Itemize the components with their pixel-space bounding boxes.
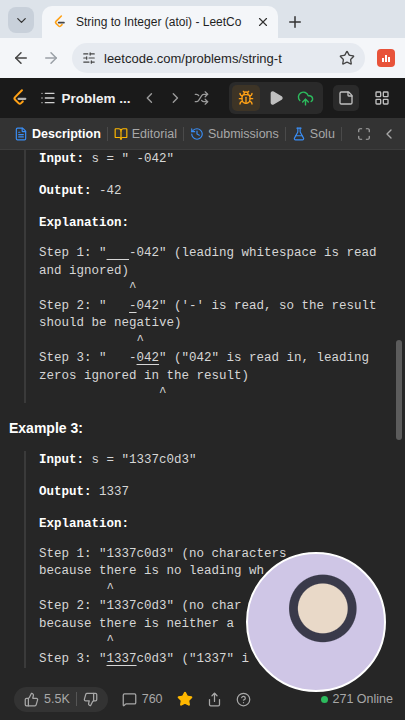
leetcode-logo-icon[interactable] [10,87,30,109]
comments-button[interactable]: 760 [122,692,163,707]
bookmark-star-icon[interactable] [339,50,355,66]
example-input: Input:s = "1337c0d3" [39,451,387,469]
tab-icon[interactable] [14,127,28,141]
site-info-icon[interactable] [82,51,96,65]
panel-tab[interactable]: Description [8,127,108,141]
tab-list-button[interactable] [8,7,34,33]
share-icon[interactable] [207,692,222,707]
online-count: 271 Online [321,692,393,706]
url-text[interactable]: leetcode.com/problems/string-t [104,51,331,66]
layout-button[interactable] [369,85,395,111]
collapse-icon[interactable] [381,126,397,142]
panel-tab[interactable]: Editorial [108,127,184,141]
explanation-step: Step 2:" -042" ('-' is read, so the resu… [39,298,387,351]
webcam-overlay [246,552,386,692]
like-button[interactable]: 5.5K [24,692,70,707]
expand-icon[interactable] [357,127,371,141]
explanation-step: Step 3:" -042" ("042" is read in, leadin… [39,350,387,403]
tab-icon[interactable] [292,127,306,141]
close-icon[interactable] [256,15,270,29]
vote-pill: 5.5K [14,687,108,712]
tab-icon[interactable] [114,127,128,141]
caret: ^ [39,333,387,351]
run-button[interactable] [262,85,290,111]
grid-icon[interactable] [374,90,390,106]
tab-strip: String to Integer (atoi) - LeetCo [0,0,405,38]
next-problem-icon[interactable] [167,89,184,107]
play-icon[interactable] [268,90,284,106]
scrollbar-thumb[interactable] [396,340,402,440]
example-explanation: Explanation: [39,214,387,232]
extension-icon[interactable] [377,49,395,67]
panel-tab[interactable]: Submissions [184,127,286,141]
favorite-star-icon[interactable] [177,691,193,707]
tab-icon[interactable] [190,127,204,141]
address-bar: leetcode.com/problems/string-t [0,38,405,78]
example-input: Input:s = " -042" [39,150,387,168]
problem-list-title[interactable]: Problem ... [61,91,130,106]
browser-window: String to Integer (atoi) - LeetCo leetcod… [0,0,405,720]
example-block: Input:s = " -042" Output:-42 Explanation: S… [24,150,387,403]
debug-button[interactable] [232,85,260,111]
example-output: Output:1337 [39,483,387,501]
caret: ^ [39,280,387,298]
browser-tab[interactable]: String to Integer (atoi) - LeetCo [42,6,278,38]
comment-icon[interactable] [122,692,137,707]
new-tab-button[interactable] [286,6,304,38]
upload-icon[interactable] [297,90,314,107]
run-group [229,82,323,114]
note-icon[interactable] [338,90,354,106]
url-field[interactable]: leetcode.com/problems/string-t [72,43,365,73]
bug-icon[interactable] [238,90,254,106]
example-explanation: Explanation: [39,515,387,533]
caret: ^ [39,385,387,403]
leetcode-favicon-icon[interactable] [52,14,68,30]
tab-title[interactable]: String to Integer (atoi) - LeetCo [76,15,248,29]
thumbs-down-icon[interactable] [83,692,98,707]
thumbs-up-icon[interactable] [24,692,39,707]
example-output: Output:-42 [39,182,387,200]
previous-problem-icon[interactable] [141,89,158,107]
example-heading: Example 3: [9,419,387,437]
forward-arrow-icon[interactable] [42,49,60,67]
back-arrow-icon[interactable] [12,49,30,67]
notes-button[interactable] [333,85,359,111]
submit-button[interactable] [292,85,320,111]
panel-tab[interactable]: Solu [286,127,342,141]
problem-list-icon[interactable] [40,90,56,106]
panel-tabs: DescriptionEditorialSubmissionsSolu [0,118,405,150]
plus-icon[interactable] [286,13,304,31]
leetcode-navbar: Problem ... [0,78,405,118]
chevron-down-icon[interactable] [14,13,29,28]
explanation-step: Step 1:" -042" (leading whitespace is re… [39,245,387,298]
shuffle-icon[interactable] [194,90,209,106]
help-icon[interactable] [236,692,251,707]
